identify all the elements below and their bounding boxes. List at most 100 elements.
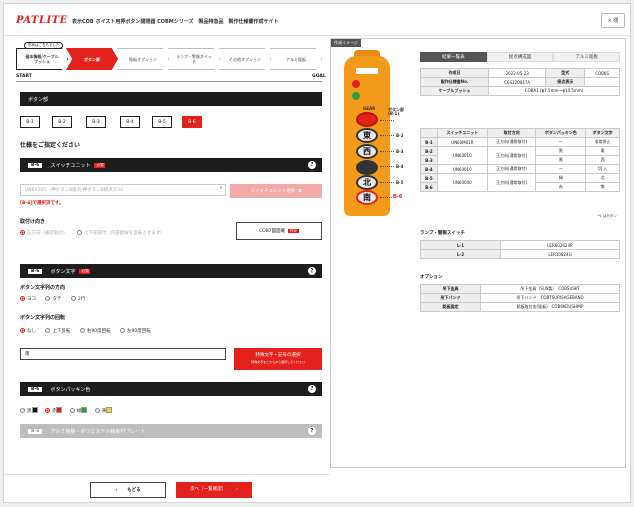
table-row: ケーブルブッシュ COBA1 (ϕ7.5mm〜ϕ10.5mm) [419,86,620,96]
special-char-button[interactable]: 特殊文字・記号の選択 特殊文字をこちらから選択してください [234,348,322,370]
color-swatch [56,407,63,413]
rotation-option-left90[interactable]: 左90度回転 [120,328,151,334]
help-icon[interactable]: ? [308,427,316,435]
brand-logo[interactable]: PATLITE [16,15,68,26]
back-button[interactable]: ‹ もどる [90,482,166,498]
table-cell: LER10824G [500,249,620,259]
required-badge: 必須 [79,268,91,274]
step-goal-label: GOAL [312,74,326,79]
tab-result-list[interactable]: 結果一覧表 [420,52,487,62]
table-cell: 型式 [545,68,586,78]
rotation-option-none[interactable]: なし [20,328,36,334]
table-row: 銘板固定 銘板取付金(銘板) COB6KOUSHINP [420,302,620,312]
table-cell: 接点表示 [545,77,586,87]
button-select-b2[interactable]: B-2 [52,116,72,128]
aluminum-plate-title: アルミ銘板・ポリエステル銘板付プレート [50,428,146,435]
text-direction-options: ヨコ タテ 2行 [20,296,93,302]
text-rotation-label: ボタン文字列の回転 [20,315,66,321]
button-select-b1[interactable]: B-1 [20,116,40,128]
table-row: 作成日 2022-05-23 型式 COB6S [419,68,620,78]
next-button[interactable]: 次へ（一覧確認） › [176,482,252,498]
help-icon[interactable]: ? [308,385,316,393]
mount-option-normal[interactable]: 正方向（通常取付） [20,230,68,236]
table-cell: LER602624R [500,240,620,250]
callout-b6: B-6 [393,194,403,200]
close-button[interactable]: × 閉 [601,13,625,28]
table-cell: 西 [585,155,620,165]
tab-aluminum-plate[interactable]: アルミ銘板 [553,52,621,62]
step-other-options[interactable]: その他オプション [219,48,271,70]
button-select-b6[interactable]: B-6 [182,116,202,128]
table-row: 吊下金具 吊下金具（SUS製） COBSUSKT [420,284,620,294]
step-aluminum-plate[interactable]: アルミ銘板 [270,48,322,70]
aluminum-plate-header[interactable]: B-6 アルミ銘板・ポリエステル銘板付プレート ? [20,424,322,438]
table-cell: 吊下金具 [420,284,481,294]
table-cell: 正方向(通常取付) [486,164,537,174]
table-cell: L-2 [420,249,501,259]
callout-b1: ボタン部(B-1) [388,107,404,116]
table-cell: 銘板取付金(銘板) COB6KOUSHINP [480,302,620,312]
button-select-b4[interactable]: B-4 [120,116,140,128]
switch-unit-title: スイッチユニット [50,162,91,169]
table-header: ボタンパッキン色 [535,128,587,138]
rotation-option-flip[interactable]: 上下反転 [45,328,70,334]
callout-b3: B-3 [396,149,404,154]
table-cell: B-2 [420,146,438,156]
info-table: 作成日 2022-05-23 型式 COB6S 製作仕様書No. C6S2200… [419,68,620,96]
button-text-tag: B-6 [28,268,43,274]
switch-unit-select[interactable]: UN6024D（押ボタンB接点/押ボタンB接点タ2a ▾ [20,184,226,196]
table-cell: UN60010 [436,146,488,165]
callout-b5: B-5 [396,180,404,185]
callout-line [380,166,394,167]
direction-option-horizontal[interactable]: ヨコ [20,296,36,302]
radio-icon [79,328,85,333]
green-lamp-icon [352,92,360,100]
cob7-drawing-button[interactable]: COB7図面確 PDF [236,222,322,240]
table-cell: 2022-05-23 [488,68,547,78]
packing-option-red[interactable]: 赤 [44,407,69,414]
table-cell: ケーブルブッシュ [419,86,490,96]
mount-option-reverse[interactable]: 上下逆取付（内部配線を反転させます） [76,230,165,236]
callout-line [380,182,394,183]
direction-option-vertical[interactable]: タテ [45,296,61,302]
packing-color-options: 黒 赤 緑 黄 [20,407,118,414]
direction-option-two-line[interactable]: 2行 [70,296,85,302]
table-cell: C6S220047A [488,77,547,87]
gear-label: GEAR [363,106,376,111]
packing-option-black[interactable]: 黒 [20,407,44,414]
tab-contact-diagram[interactable]: 接点構成図 [486,52,554,62]
help-icon[interactable]: ? [308,267,316,275]
packing-option-yellow[interactable]: 黄 [94,407,119,414]
step-indicator: 基本情報/ケーブルブッシュ ボタン部 銘板オプション ランプ・警報スイッチ その… [16,48,322,70]
table-cell: 切 入 [585,164,620,174]
step-basic-info[interactable]: 基本情報/ケーブルブッシュ [16,48,68,70]
callout-b4: B-4 [396,164,404,169]
step-button-section[interactable]: ボタン部 [66,48,118,70]
rotation-option-right90[interactable]: 右90度回転 [79,328,111,334]
radio-icon [70,296,76,301]
table-row: L-1 LER602624R [420,240,620,250]
mount-direction-options: 正方向（通常取付） 上下逆取付（内部配線を反転させます） [20,230,173,236]
switch-unit-select-button[interactable]: スイッチユニット選択 ⧉ [230,184,322,198]
table-cell: 赤 [535,182,587,192]
button-text-input[interactable]: 南 [20,348,226,360]
button-select-b5[interactable]: B-5 [152,116,172,128]
packing-option-green[interactable]: 緑 [69,407,94,414]
table-cell: 南 [585,182,620,192]
table-cell: 黒 [535,155,587,165]
radio-icon [69,407,75,413]
preview-button-south: 南 [356,190,378,205]
radio-icon [76,230,82,235]
table-cell: COBA1 (ϕ7.5mm〜ϕ10.5mm) [488,86,620,96]
step-nameplate-option[interactable]: 銘板オプション [117,48,169,70]
step-lamp-switch[interactable]: ランプ・警報スイッチ [168,48,220,70]
button-select-b3[interactable]: B-3 [86,116,106,128]
callout-line [380,135,394,136]
switch-unit-select-label: スイッチユニット選択 [250,189,296,194]
table-note: *L はボタン [598,214,617,218]
table-cell: B-6 [420,182,438,192]
aluminum-plate-tag: B-6 [28,428,43,434]
help-icon[interactable]: ? [308,161,316,169]
lamp-table: L-1 LER602624R L-2 LER10824G [420,240,620,259]
lamp-section-title: ランプ・警報スイッチ [420,231,465,236]
